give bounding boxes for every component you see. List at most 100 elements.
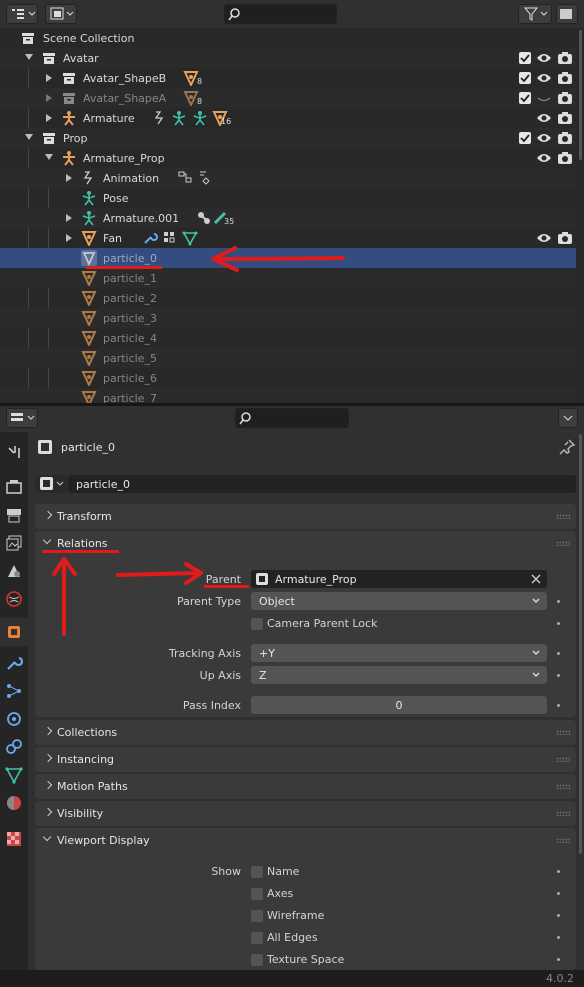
camera-icon[interactable] [557,130,573,146]
animate-property-dot[interactable] [557,704,560,707]
expand-arrow-icon[interactable] [25,54,33,60]
animate-property-dot[interactable] [557,958,560,961]
object-name-input[interactable]: particle_0 [68,475,576,493]
object-row-armature-prop[interactable]: Armature_Prop [0,148,576,168]
expand-arrow-icon[interactable] [46,114,52,122]
output-icon[interactable] [5,506,23,524]
object-row-avatar-shapea[interactable]: Avatar_ShapeA 8 [0,88,576,108]
expand-arrow-icon[interactable] [45,154,53,160]
filter-button[interactable] [518,4,552,24]
tracking-axis-dropdown[interactable]: +Y [251,644,547,662]
object-row-particle-3[interactable]: particle_3 [0,308,576,328]
action-icon[interactable] [152,110,168,126]
bone-collections-icon[interactable] [196,210,212,226]
animate-property-dot[interactable] [557,914,560,917]
drag-handle[interactable] [556,811,570,816]
object-row-fan[interactable]: Fan [0,228,576,248]
object-tab-active[interactable] [0,618,28,646]
object-row-particle-5[interactable]: particle_5 [0,348,576,368]
clear-x-icon[interactable] [530,573,542,585]
expand-arrow-icon[interactable] [25,134,33,140]
particles-icon[interactable] [5,682,23,700]
expand-arrow-icon[interactable] [46,74,52,82]
collections-panel[interactable]: Collections [35,720,576,745]
texture-icon[interactable] [5,830,23,848]
exclude-checkbox[interactable] [519,72,531,84]
expand-arrow-icon[interactable] [66,214,72,222]
expand-arrow-icon[interactable] [66,234,72,242]
scene-icon[interactable] [5,562,23,580]
show-all-edges-checkbox[interactable] [251,932,263,944]
drag-handle[interactable] [556,838,570,843]
pose-icon[interactable] [171,110,187,126]
armature-data-icon[interactable] [192,110,208,126]
object-row-particle-2[interactable]: particle_2 [0,288,576,308]
camera-icon[interactable] [557,110,573,126]
show-texture-space-checkbox[interactable] [251,954,263,966]
modifier-wrench-icon[interactable] [5,654,23,672]
camera-icon[interactable] [557,90,573,106]
object-data-icon[interactable] [5,766,23,784]
animate-property-dot[interactable] [557,674,560,677]
exclude-checkbox[interactable] [519,52,531,64]
object-row-avatar-shapeb[interactable]: Avatar_ShapeB 8 [0,68,576,88]
display-mode-button[interactable] [45,4,77,24]
outliner-search-input[interactable] [224,4,337,24]
camera-icon[interactable] [557,150,573,166]
show-name-checkbox[interactable] [251,866,263,878]
scene-collection-row[interactable]: Scene Collection [0,28,576,48]
object-row-particle-4[interactable]: particle_4 [0,328,576,348]
collection-row-avatar[interactable]: Avatar [0,48,576,68]
camera-parent-lock-checkbox[interactable] [251,618,263,630]
eye-closed-icon[interactable] [536,90,552,106]
object-row-armature[interactable]: Armature 16 [0,108,576,128]
visibility-panel[interactable]: Visibility [35,801,576,826]
animate-property-dot[interactable] [557,622,560,625]
object-row-particle-7[interactable]: particle_7 [0,388,576,403]
exclude-checkbox[interactable] [519,132,531,144]
animate-property-dot[interactable] [557,652,560,655]
world-icon[interactable] [5,590,23,608]
parent-type-dropdown[interactable]: Object [251,592,547,610]
eye-icon[interactable] [536,70,552,86]
animate-property-dot[interactable] [557,600,560,603]
object-browse-dropdown[interactable] [35,475,67,493]
tool-icon[interactable] [5,444,23,462]
options-dropdown[interactable] [558,408,578,428]
eye-icon[interactable] [536,110,552,126]
physics-icon[interactable] [5,710,23,728]
material-icon[interactable] [5,794,23,812]
drag-handle[interactable] [556,784,570,789]
properties-search-input[interactable] [235,408,349,428]
editor-type-button[interactable] [6,408,38,428]
collection-row-prop[interactable]: Prop [0,128,576,148]
motion-paths-panel[interactable]: Motion Paths [35,774,576,799]
animate-property-dot[interactable] [557,870,560,873]
object-row-particle-6[interactable]: particle_6 [0,368,576,388]
show-wireframe-checkbox[interactable] [251,910,263,922]
expand-arrow-icon[interactable] [46,94,52,102]
animate-property-dot[interactable] [557,892,560,895]
drivers-icon[interactable] [177,170,193,186]
eye-icon[interactable] [536,50,552,66]
eye-icon[interactable] [536,230,552,246]
outliner-scrollbar[interactable] [579,30,582,160]
eye-icon[interactable] [536,130,552,146]
parent-field[interactable]: Armature_Prop [251,570,547,588]
pose-row[interactable]: Pose [0,188,576,208]
new-collection-button[interactable] [556,4,578,24]
show-axes-checkbox[interactable] [251,888,263,900]
viewport-display-header[interactable]: Viewport Display [35,828,576,853]
eye-icon[interactable] [536,150,552,166]
mesh-data-icon[interactable] [182,230,198,246]
editor-type-button[interactable] [6,4,38,24]
keyframe-icon[interactable] [196,170,212,186]
render-icon[interactable] [5,478,23,496]
pass-index-field[interactable]: 0 [251,696,547,714]
view-layer-icon[interactable] [5,534,23,552]
exclude-checkbox[interactable] [519,92,531,104]
constraints-icon[interactable] [5,738,23,756]
drag-handle[interactable] [556,541,570,546]
expand-arrow-icon[interactable] [66,174,72,182]
camera-icon[interactable] [557,70,573,86]
